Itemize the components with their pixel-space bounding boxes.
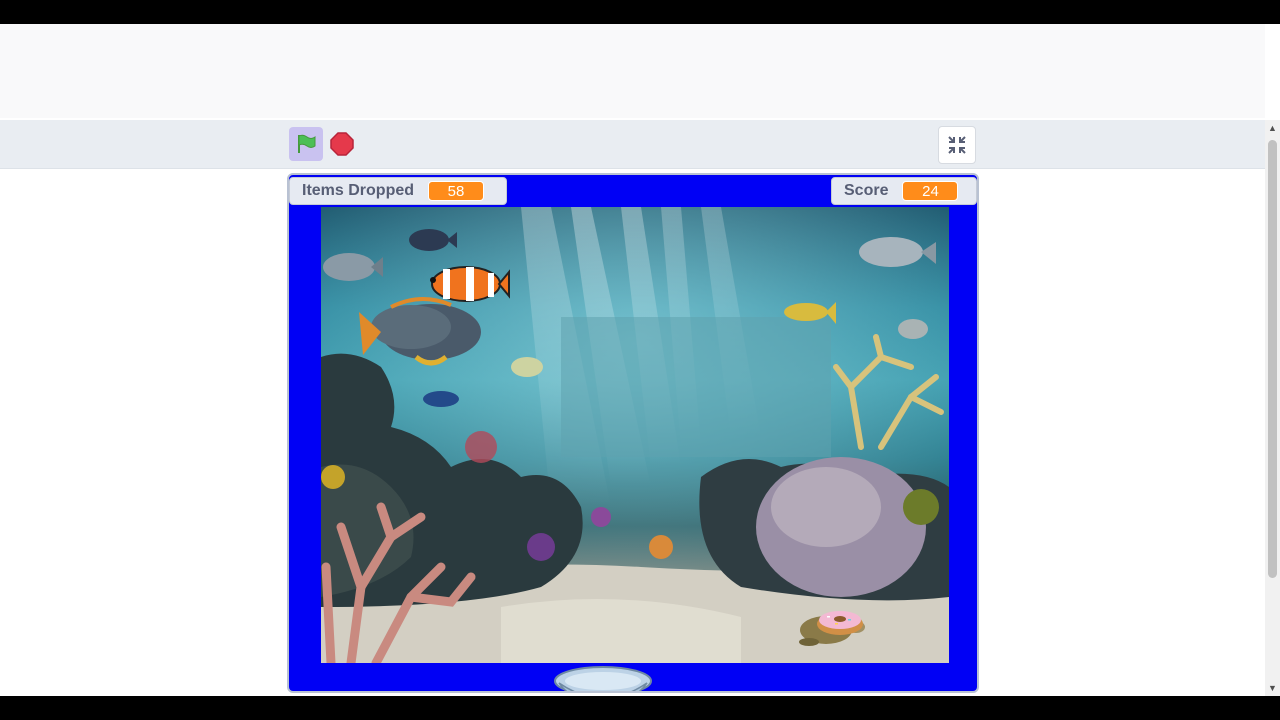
bowl-catcher-sprite xyxy=(554,666,652,691)
top-black-bar xyxy=(0,0,1280,24)
scroll-up-arrow-icon[interactable]: ▲ xyxy=(1265,122,1280,134)
scroll-down-arrow-icon[interactable]: ▼ xyxy=(1265,682,1280,694)
stop-sign-icon xyxy=(330,132,354,156)
green-flag-icon xyxy=(298,134,316,153)
items-dropped-label: Items Dropped xyxy=(302,182,415,199)
score-label: Score xyxy=(844,182,889,199)
vertical-scrollbar[interactable]: ▲ ▼ xyxy=(1265,120,1280,696)
green-flag-button[interactable] xyxy=(289,127,323,161)
game-stage[interactable]: Items Dropped 58 Score 24 xyxy=(287,173,979,693)
scroll-thumb[interactable] xyxy=(1268,140,1277,578)
exit-fullscreen-icon xyxy=(948,136,966,154)
items-dropped-monitor: Items Dropped 58 xyxy=(289,177,507,205)
stop-button[interactable] xyxy=(330,132,354,156)
bottom-black-bar xyxy=(0,696,1280,720)
page: Items Dropped 58 Score 24 ▲ ▼ xyxy=(0,24,1280,696)
underwater-backdrop xyxy=(321,207,949,663)
score-monitor: Score 24 xyxy=(831,177,977,205)
score-value: 24 xyxy=(902,181,959,201)
exit-fullscreen-button[interactable] xyxy=(938,126,976,164)
reef-scene xyxy=(321,207,949,663)
donut-sprite xyxy=(817,611,863,635)
controls-bar xyxy=(0,120,1265,169)
items-dropped-value: 58 xyxy=(428,181,485,201)
header-area xyxy=(0,24,1265,118)
